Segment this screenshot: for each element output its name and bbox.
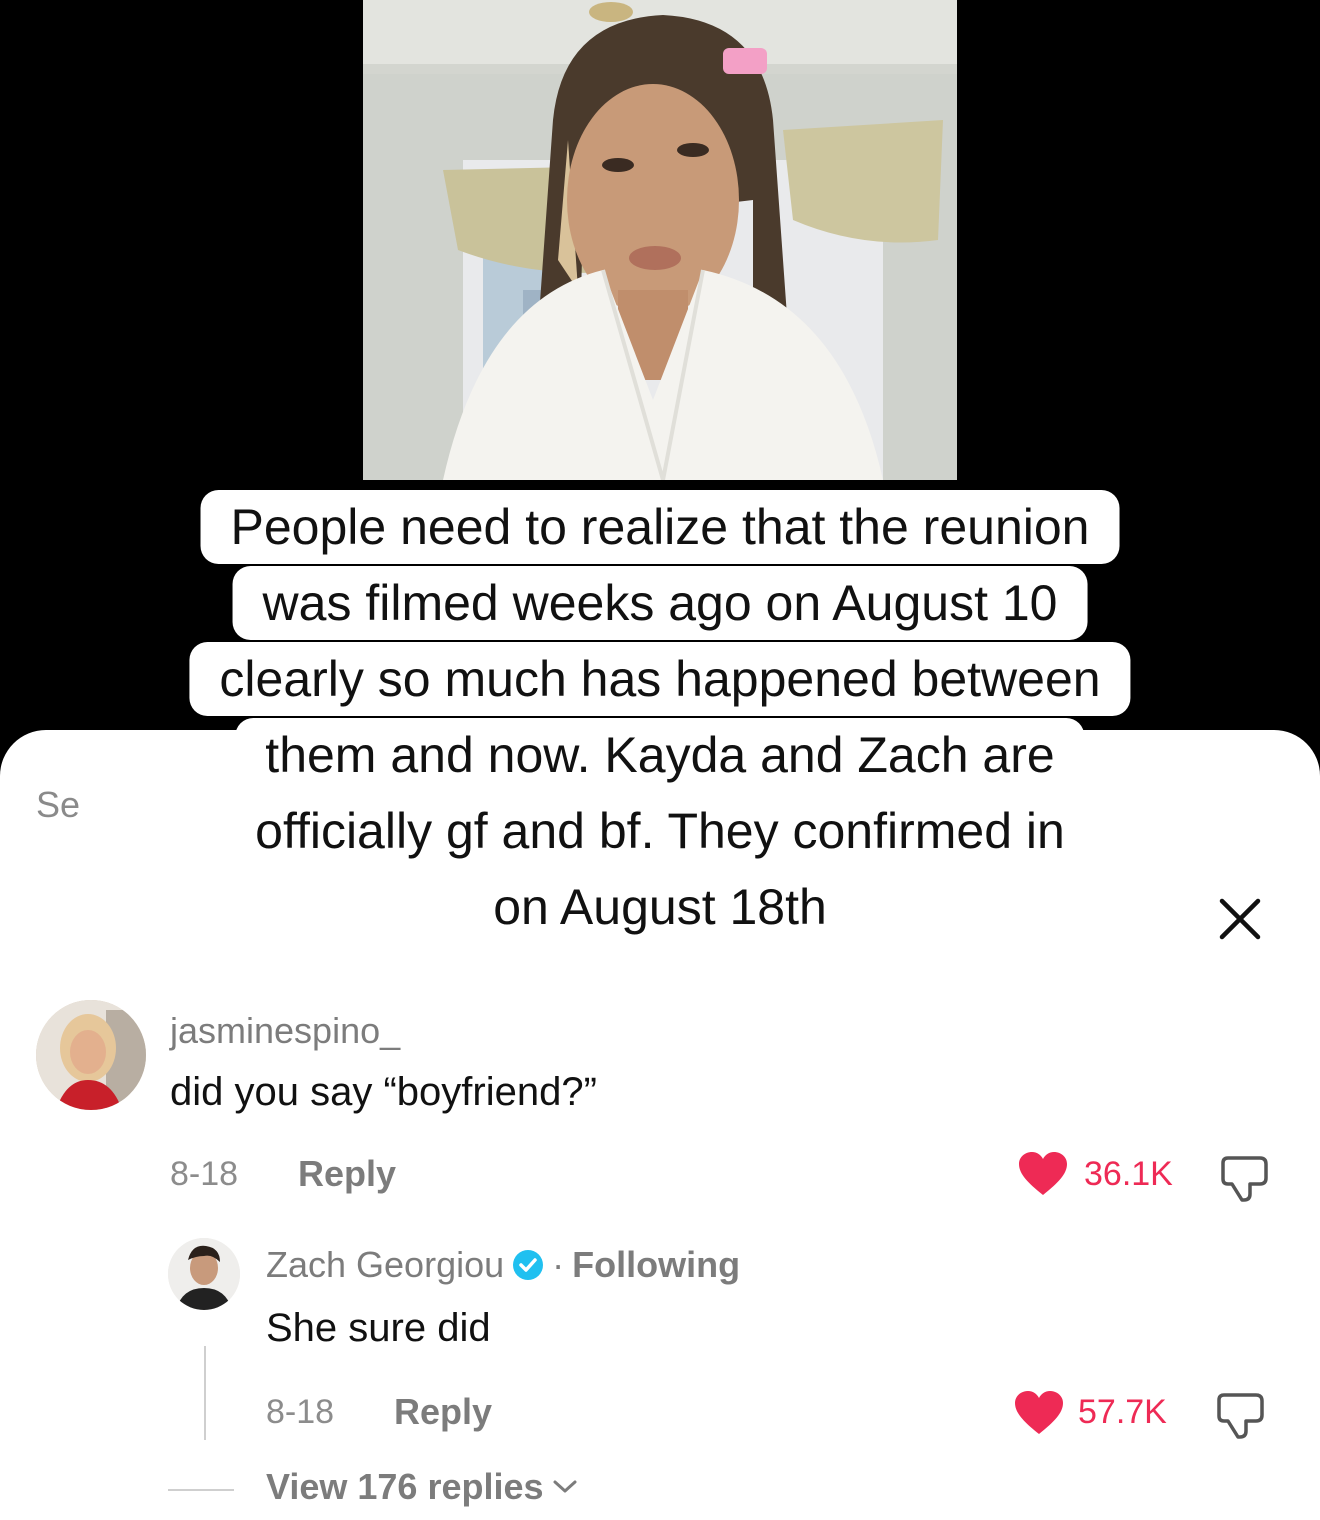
reply-username[interactable]: Zach Georgiou xyxy=(266,1244,504,1286)
caption-line-3: clearly so much has happened between xyxy=(189,642,1131,716)
verified-badge-icon xyxy=(513,1250,544,1280)
reply-button[interactable]: Reply xyxy=(298,1153,396,1195)
reply-username-row: Zach Georgiou · Following xyxy=(266,1244,740,1286)
reply-button[interactable]: Reply xyxy=(394,1391,492,1433)
caption-line-4: them and now. Kayda and Zach are xyxy=(235,718,1085,792)
dislike-button[interactable] xyxy=(1220,1154,1270,1207)
comment-date: 8-18 xyxy=(170,1155,239,1193)
avatar[interactable] xyxy=(36,1000,146,1110)
comment-text: did you say “boyfriend?” xyxy=(170,1070,597,1114)
dislike-button[interactable] xyxy=(1216,1391,1266,1444)
heart-icon xyxy=(1019,1152,1067,1195)
heart-icon xyxy=(1015,1391,1063,1434)
like-button[interactable] xyxy=(1018,1151,1068,1202)
separator-dot: · xyxy=(552,1244,565,1285)
avatar[interactable] xyxy=(168,1238,240,1310)
view-replies-divider xyxy=(168,1489,234,1491)
like-button[interactable] xyxy=(1014,1390,1064,1441)
video-frame[interactable] xyxy=(363,0,957,480)
reply-date: 8-18 xyxy=(266,1393,335,1431)
like-count: 36.1K xyxy=(1084,1155,1173,1193)
reply-avatar-image xyxy=(168,1238,240,1310)
view-replies-label: View 176 replies xyxy=(266,1466,544,1507)
close-icon xyxy=(1219,898,1261,940)
caption-line-5: officially gf and bf. They confirmed in xyxy=(225,794,1095,868)
user-avatar-image xyxy=(36,1000,146,1110)
close-button[interactable] xyxy=(1216,895,1264,943)
caption-line-6: on August 18th xyxy=(463,870,857,944)
sheet-peek-text: Se xyxy=(36,784,81,825)
comment-username[interactable]: jasminespino_ xyxy=(170,1010,400,1052)
video-thumbnail-image xyxy=(363,0,957,480)
chevron-down-icon xyxy=(553,1480,577,1493)
caption-line-1: People need to realize that the reunion xyxy=(200,490,1120,564)
thumbs-down-icon xyxy=(1221,1156,1268,1202)
view-replies-button[interactable]: View 176 replies xyxy=(266,1466,578,1508)
thread-line xyxy=(204,1346,206,1440)
following-label[interactable]: Following xyxy=(572,1244,740,1286)
reply-text: She sure did xyxy=(266,1306,491,1350)
like-count: 57.7K xyxy=(1078,1393,1167,1431)
thumbs-down-icon xyxy=(1217,1393,1264,1439)
caption-line-2: was filmed weeks ago on August 10 xyxy=(232,566,1088,640)
